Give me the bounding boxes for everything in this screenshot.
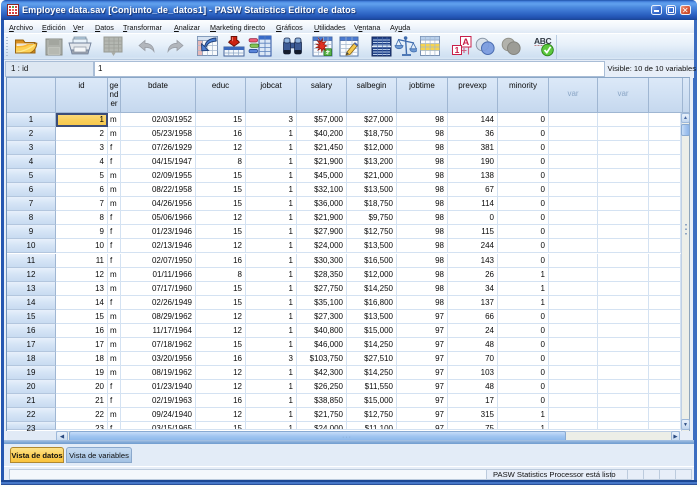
svg-text:1: 1 [455,45,460,55]
svg-text:A: A [462,37,469,48]
